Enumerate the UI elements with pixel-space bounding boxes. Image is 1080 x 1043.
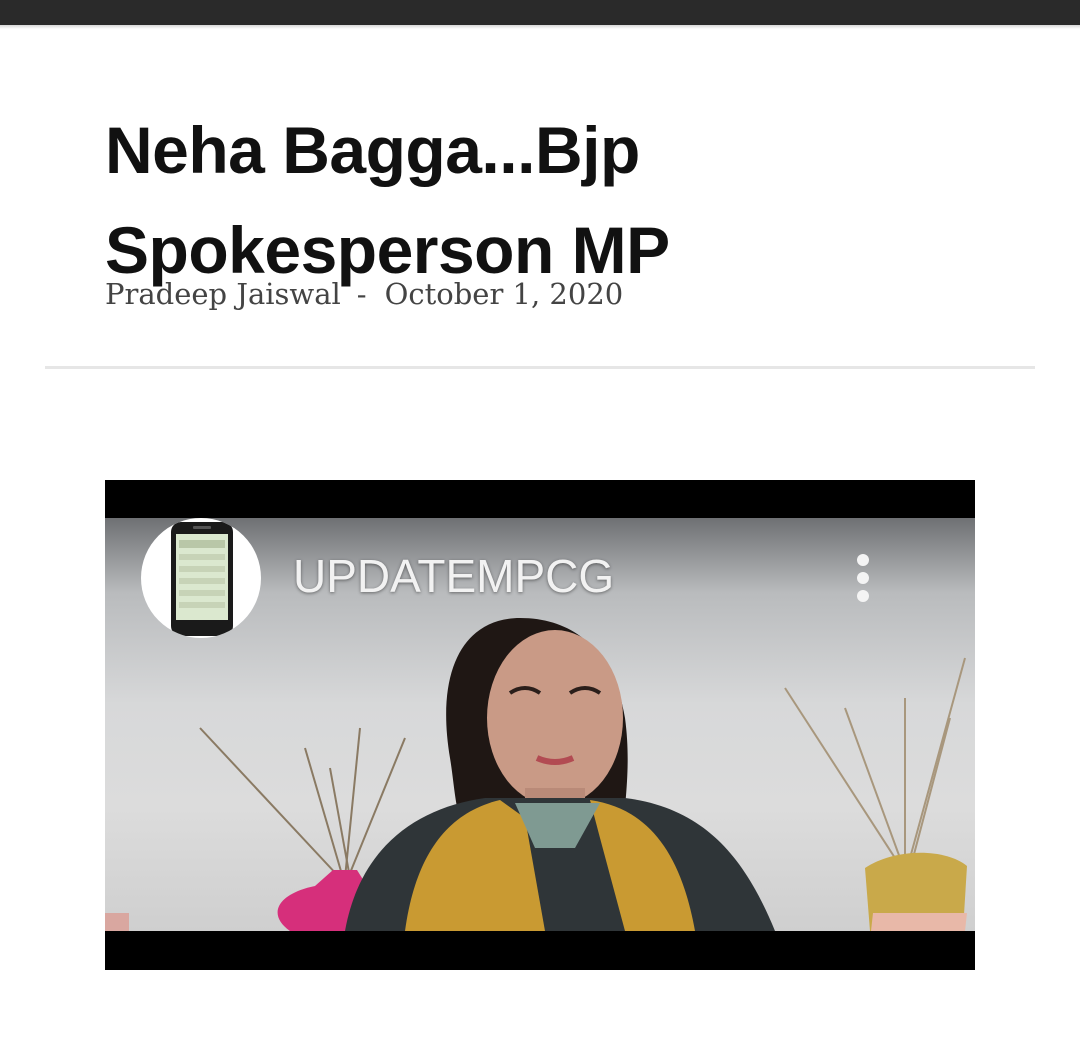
more-vertical-icon[interactable] bbox=[841, 548, 885, 608]
branch-decor-left bbox=[199, 727, 406, 879]
gold-vase-base bbox=[871, 913, 967, 931]
publish-date: October 1, 2020 bbox=[384, 277, 624, 311]
branch-decor-right bbox=[784, 657, 966, 859]
phone-icon bbox=[171, 522, 233, 636]
decor-left-edge bbox=[105, 913, 129, 931]
author-link[interactable]: Pradeep Jaiswal bbox=[105, 277, 341, 311]
status-bar-shadow bbox=[0, 25, 1080, 29]
video-thumbnail[interactable]: UPDATEMPCG bbox=[105, 518, 975, 931]
status-bar bbox=[0, 0, 1080, 25]
person-face bbox=[487, 630, 623, 806]
divider bbox=[45, 366, 1035, 369]
article-meta: Pradeep Jaiswal - October 1, 2020 bbox=[105, 274, 623, 314]
channel-avatar[interactable] bbox=[141, 518, 261, 638]
page-title: Neha Bagga...Bjp Spokesperson MP bbox=[105, 113, 670, 287]
channel-name[interactable]: UPDATEMPCG bbox=[293, 548, 614, 604]
video-embed[interactable]: UPDATEMPCG bbox=[105, 480, 975, 970]
meta-separator: - bbox=[356, 277, 367, 311]
